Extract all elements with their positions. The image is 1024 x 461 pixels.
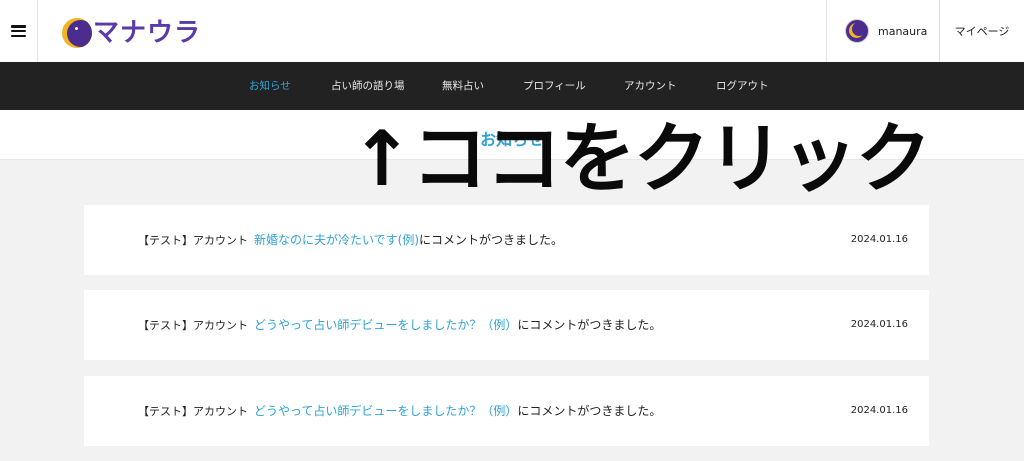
main-nav: お知らせ 占い師の語り場 無料占い プロフィール アカウント ログアウト	[0, 62, 1024, 110]
notification-date: 2024.01.16	[850, 405, 908, 416]
nav-item-account[interactable]: アカウント	[624, 62, 677, 110]
notification-post-link[interactable]: どうやって占い師デビューをしましたか？（例）	[254, 318, 517, 332]
notification-date: 2024.01.16	[850, 234, 908, 245]
user-menu[interactable]: manaura	[826, 0, 939, 62]
notification-prefix: 【テスト】アカウント	[138, 405, 248, 418]
notification-post-link[interactable]: どうやって占い師デビューをしましたか？（例）	[254, 404, 517, 418]
notification-text: 【テスト】アカウント 新婚なのに夫が冷たいです(例)にコメントがつきました。	[138, 205, 563, 275]
notification-item[interactable]: 【テスト】アカウント 新婚なのに夫が冷たいです(例)にコメントがつきました。 20…	[84, 205, 929, 275]
menu-toggle-button[interactable]	[0, 0, 38, 62]
notification-suffix: にコメントがつきました。	[517, 404, 662, 418]
avatar	[845, 19, 869, 43]
nav-item-logout[interactable]: ログアウト	[716, 62, 769, 110]
nav-item-forum[interactable]: 占い師の語り場	[331, 62, 405, 110]
notification-text: 【テスト】アカウント どうやって占い師デビューをしましたか？（例）にコメントがつき…	[138, 376, 661, 446]
notification-text: 【テスト】アカウント どうやって占い師デビューをしましたか？（例）にコメントがつき…	[138, 290, 661, 360]
notification-prefix: 【テスト】アカウント	[138, 319, 248, 332]
notification-post-link[interactable]: 新婚なのに夫が冷たいです(例)	[254, 233, 419, 247]
hamburger-icon	[11, 25, 26, 37]
notification-item[interactable]: 【テスト】アカウント どうやって占い師デビューをしましたか？（例）にコメントがつき…	[84, 290, 929, 360]
notification-date: 2024.01.16	[850, 319, 908, 330]
logo-text: マナウラ	[93, 18, 202, 48]
notification-prefix: 【テスト】アカウント	[138, 234, 248, 247]
click-here-annotation: ↑ココをクリック	[350, 114, 932, 203]
notification-suffix: にコメントがつきました。	[419, 233, 564, 247]
notification-item[interactable]: 【テスト】アカウント どうやって占い師デビューをしましたか？（例）にコメントがつき…	[84, 376, 929, 446]
site-logo[interactable]: マナウラ	[62, 17, 201, 49]
nav-item-free-fortune[interactable]: 無料占い	[442, 62, 484, 110]
nav-item-news[interactable]: お知らせ	[249, 62, 291, 110]
nav-item-profile[interactable]: プロフィール	[523, 62, 586, 110]
username-label: manaura	[878, 24, 928, 38]
notification-suffix: にコメントがつきました。	[517, 318, 662, 332]
moon-logo-icon	[62, 18, 92, 48]
site-header: マナウラ manaura マイページ	[0, 0, 1024, 62]
mypage-link[interactable]: マイページ	[939, 0, 1024, 62]
